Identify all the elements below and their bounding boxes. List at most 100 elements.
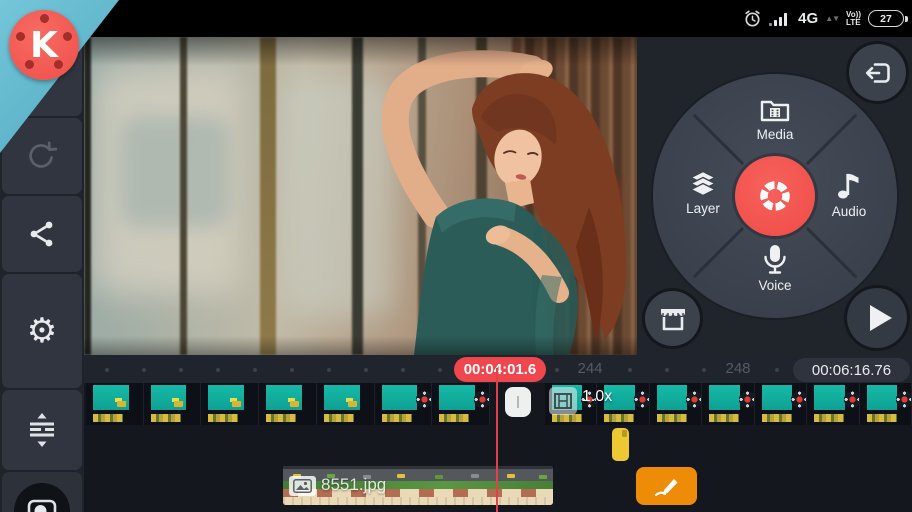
video-frame-thumb [755,383,807,425]
data-activity-icon: ▲▼ [825,14,839,23]
share-icon [28,220,56,248]
capture-camera-icon [26,497,58,512]
ruler-tick [327,368,331,372]
layer-button[interactable]: Layer [665,170,741,216]
ruler-second-label: 244 [577,360,602,377]
reel-hole [54,60,63,69]
current-time-pill: 00:04:01.6 [454,357,546,382]
reel-hole [16,32,25,41]
microphone-icon [762,244,788,274]
ruler-tick [290,368,294,372]
asset-store-button[interactable] [645,291,700,346]
image-clip[interactable]: 8551.jpg [283,466,553,505]
speed-badge [549,387,577,415]
network-type-label: 4G [798,10,818,27]
voice-label: Voice [758,278,791,293]
frame-target-glyph [686,391,702,408]
video-frame-thumb [86,383,144,425]
status-bar: 4G ▲▼ Vo)) LTE 27 [0,0,912,37]
status-icons: 4G ▲▼ Vo)) LTE 27 [743,0,904,37]
handwriting-clip[interactable] [636,467,697,505]
ruler-tick [179,368,183,372]
wheel-divider [806,114,858,166]
ruler-tick [438,368,442,372]
logo-letter: K [30,25,58,66]
ruler-second-label: 248 [725,360,750,377]
redo-icon [25,140,59,172]
reel-hole [40,14,49,23]
video-frame-thumb [201,383,259,425]
volte-indicator: Vo)) LTE [846,11,861,27]
frame-target-glyph [896,391,912,408]
media-label: Media [757,127,794,142]
image-icon [289,476,316,496]
signal-icon [769,11,791,27]
frame-target-glyph [791,391,807,408]
video-frame-thumb [807,383,859,425]
video-frame-thumb [375,383,433,425]
layer-clip-yellow[interactable] [612,428,629,461]
ruler-tick [702,368,706,372]
video-preview[interactable] [84,37,637,355]
ruler-tick [105,368,109,372]
pen-icon [653,474,681,498]
video-frame-thumb [650,383,702,425]
capture-center-button[interactable] [735,156,815,236]
film-strip-icon [554,393,572,409]
capture-circle [14,483,70,512]
preview-vignette [84,37,637,355]
ruler-tick [775,368,779,372]
kinemaster-app: 4G ▲▼ Vo)) LTE 27 [0,0,912,512]
battery-percent: 27 [880,13,892,25]
media-folder-icon [759,96,791,123]
expand-timeline-icon [22,412,62,448]
frame-mini-glyph [290,401,299,407]
speed-label: 1.0x [582,388,612,406]
video-frame-thumb [860,383,912,425]
ruler-tick [665,368,669,372]
frame-target-glyph [634,391,650,408]
frame-target-glyph [416,391,432,408]
frame-mini-glyph [174,401,183,407]
exit-project-icon [863,58,893,88]
wheel-divider [806,227,858,279]
timeline-expand-button[interactable] [2,390,82,470]
reel-hole [25,60,34,69]
frame-target-glyph [474,391,490,408]
exit-project-button[interactable] [849,44,906,101]
video-frame-thumb [259,383,317,425]
total-duration-pill: 00:06:16.76 [793,358,910,382]
layer-label: Layer [686,201,720,216]
ruler-tick [555,368,559,372]
alarm-icon [743,9,762,28]
action-wheel: Media Layer Audio Voice [653,74,897,318]
gear-icon: ⚙ [27,314,57,348]
video-frame-thumb [144,383,202,425]
media-button[interactable]: Media [737,96,813,142]
reel-hole [63,32,72,41]
kinemaster-logo: K [9,10,79,80]
video-frame-thumb [432,383,490,425]
music-note-icon [835,170,863,200]
playhead[interactable] [496,368,498,512]
voice-button[interactable]: Voice [737,244,813,293]
frame-target-glyph [844,391,860,408]
capture-button[interactable] [2,472,82,512]
frame-mini-glyph [348,401,357,407]
frame-target-glyph [739,391,755,408]
clip-trim-handle[interactable] [505,387,531,417]
ruler-tick [142,368,146,372]
audio-button[interactable]: Audio [811,170,887,219]
ruler-tick [253,368,257,372]
battery-icon: 27 [868,10,904,27]
video-track-left[interactable] [86,383,490,425]
play-icon [870,305,892,331]
asset-store-icon [658,305,688,333]
image-clip-filename: 8551.jpg [321,475,386,495]
ruler-tick [364,368,368,372]
share-button[interactable] [2,196,82,272]
settings-button[interactable]: ⚙ [2,274,82,388]
ruler-tick [628,368,632,372]
ruler-tick [216,368,220,372]
play-button[interactable] [847,288,907,348]
